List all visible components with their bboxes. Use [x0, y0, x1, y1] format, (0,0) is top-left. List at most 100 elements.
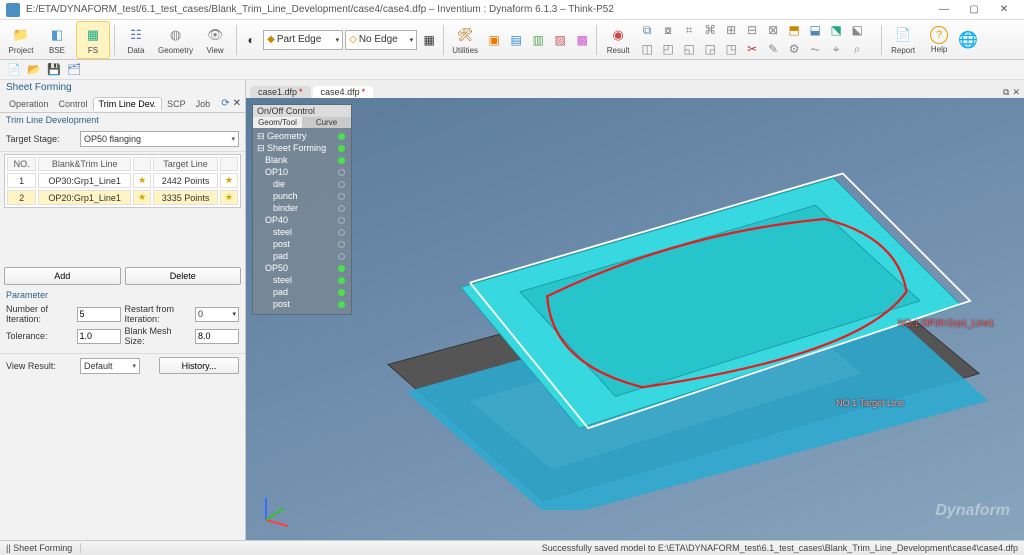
restart-dropdown[interactable]: 0▾: [195, 307, 239, 322]
maximize-button[interactable]: ▢: [960, 1, 988, 19]
tool-icon[interactable]: ◰: [659, 40, 677, 58]
tool-icon[interactable]: ⏦: [806, 40, 824, 58]
tool-icon[interactable]: ⧇: [659, 21, 677, 39]
restart-label: Restart from Iteration:: [125, 304, 192, 324]
doc-tab-case4[interactable]: case4.dfp*: [313, 86, 374, 98]
ribbon-utilities[interactable]: 🛠Utilities: [448, 21, 482, 59]
tool-icon[interactable]: ◱: [680, 40, 698, 58]
toggle-icon[interactable]: ▦: [420, 31, 438, 49]
ribbon-fs[interactable]: ▦FS: [76, 21, 110, 59]
operation-tabs: Operation Control Trim Line Dev. SCP Job…: [0, 95, 245, 113]
util-2-icon[interactable]: ▤: [507, 31, 525, 49]
col-blank: Blank&Trim Line: [38, 157, 131, 171]
tool-icon[interactable]: ✎: [764, 40, 782, 58]
tool-icon[interactable]: ⧉: [638, 21, 656, 39]
ribbon-report[interactable]: 📄Report: [886, 21, 920, 59]
doc-tab-case1[interactable]: case1.dfp*: [250, 86, 311, 98]
app-icon: [6, 3, 20, 17]
col-target: Target Line: [153, 157, 218, 171]
tree-tab-curve[interactable]: Curve: [302, 117, 351, 128]
no-edge-combo[interactable]: ◇No Edge▾: [345, 30, 417, 50]
util-5-icon[interactable]: ▩: [573, 31, 591, 49]
tool-icon[interactable]: ✂: [743, 40, 761, 58]
part-edge-combo[interactable]: ◆Part Edge▾: [263, 30, 343, 50]
canvas-3d[interactable]: On/Off Control Geom/Tool Curve ⊟ Geometr…: [246, 98, 1024, 540]
mesh-input[interactable]: [195, 329, 239, 344]
close-doc-icon[interactable]: ✕: [1012, 87, 1020, 98]
star-icon[interactable]: ★: [225, 175, 233, 185]
tool-icon[interactable]: ⌘: [701, 21, 719, 39]
status-bar: || Sheet Forming Successfully saved mode…: [0, 540, 1024, 555]
delete-button[interactable]: Delete: [125, 267, 242, 285]
document-tabs: case1.dfp* case4.dfp* ⧉ ✕: [246, 80, 1024, 98]
undock-icon[interactable]: ⧉: [1003, 87, 1009, 98]
util-1-icon[interactable]: ▣: [485, 31, 503, 49]
add-button[interactable]: Add: [4, 267, 121, 285]
star-icon[interactable]: ★: [138, 175, 146, 185]
ribbon-toolbar: 📁Project ◧BSE ▦FS ☷Data ◍Geometry 👁View …: [0, 20, 1024, 60]
save-icon[interactable]: 💾: [46, 62, 62, 78]
left-panel: Sheet Forming Operation Control Trim Lin…: [0, 80, 246, 540]
ribbon-bse[interactable]: ◧BSE: [40, 21, 74, 59]
history-button[interactable]: History...: [159, 357, 239, 374]
tool-icon[interactable]: ◫: [638, 40, 656, 58]
refresh-icon[interactable]: ⟳: [221, 98, 229, 109]
close-panel-icon[interactable]: ✕: [233, 98, 241, 109]
ribbon-view[interactable]: 👁View: [198, 21, 232, 59]
tool-icon[interactable]: ⬒: [785, 21, 803, 39]
tab-scp[interactable]: SCP: [162, 98, 191, 110]
tree-tab-geom[interactable]: Geom/Tool: [253, 117, 302, 128]
tool-icon[interactable]: ◳: [722, 40, 740, 58]
tool-icon[interactable]: ⌗: [680, 21, 698, 39]
minimize-button[interactable]: ―: [930, 1, 958, 19]
parameter-label: Parameter: [0, 288, 245, 302]
iter-label: Number of Iteration:: [6, 304, 73, 324]
tab-job[interactable]: Job: [191, 98, 216, 110]
util-4-icon[interactable]: ▨: [551, 31, 569, 49]
tool-icon[interactable]: ⊠: [764, 21, 782, 39]
tool-icon[interactable]: ⌖: [827, 40, 845, 58]
titlebar: E:/ETA/DYNAFORM_test/6.1_test_cases/Blan…: [0, 0, 1024, 20]
tab-control[interactable]: Control: [54, 98, 93, 110]
tool-icon[interactable]: ⬔: [827, 21, 845, 39]
save-all-icon[interactable]: 🗂: [66, 62, 82, 78]
shade-icon[interactable]: ◐: [242, 31, 260, 49]
tool-icon[interactable]: ⬕: [848, 21, 866, 39]
table-row[interactable]: 2 OP20:Grp1_Line1 ★ 3335 Points ★: [7, 190, 238, 205]
tool-icon[interactable]: ⊞: [722, 21, 740, 39]
quick-access-bar: 📄 📂 💾 🗂: [0, 60, 1024, 80]
viewport: case1.dfp* case4.dfp* ⧉ ✕ On/Off Control…: [246, 80, 1024, 540]
view-result-label: View Result:: [6, 361, 76, 371]
target-stage-dropdown[interactable]: OP50 flanging▾: [80, 131, 239, 147]
target-stage-label: Target Stage:: [6, 134, 76, 144]
ribbon-result[interactable]: ◉Result: [601, 21, 635, 59]
star-icon[interactable]: ★: [225, 192, 233, 202]
view-result-dropdown[interactable]: Default▾: [80, 358, 140, 374]
tool-icon[interactable]: ⊟: [743, 21, 761, 39]
ribbon-project[interactable]: 📁Project: [4, 21, 38, 59]
table-row[interactable]: 1 OP30:Grp1_Line1 ★ 2442 Points ★: [7, 173, 238, 188]
tool-icon[interactable]: ⌕: [848, 40, 866, 58]
tab-trim-line-dev[interactable]: Trim Line Dev.: [93, 97, 163, 111]
tool-icon[interactable]: ◲: [701, 40, 719, 58]
window-title: E:/ETA/DYNAFORM_test/6.1_test_cases/Blan…: [26, 4, 930, 15]
tol-input[interactable]: [77, 329, 121, 344]
section-label: Trim Line Development: [0, 113, 245, 127]
close-button[interactable]: ✕: [990, 1, 1018, 19]
star-icon[interactable]: ★: [138, 192, 146, 202]
ribbon-geometry[interactable]: ◍Geometry: [155, 21, 196, 59]
iter-input[interactable]: [77, 307, 121, 322]
ribbon-help[interactable]: ?Help: [922, 21, 956, 59]
tool-icon[interactable]: ⬓: [806, 21, 824, 39]
tool-icon[interactable]: ⚙: [785, 40, 803, 58]
new-icon[interactable]: 📄: [6, 62, 22, 78]
annotation-trim-line: NO.1 OP30:Grp1_Line1: [898, 318, 994, 328]
axis-triad-icon: [256, 490, 296, 530]
col-no: NO.: [7, 157, 36, 171]
open-icon[interactable]: 📂: [26, 62, 42, 78]
tol-label: Tolerance:: [6, 331, 73, 341]
util-3-icon[interactable]: ▥: [529, 31, 547, 49]
globe-icon[interactable]: 🌐: [959, 31, 977, 49]
ribbon-data[interactable]: ☷Data: [119, 21, 153, 59]
tab-operation[interactable]: Operation: [4, 98, 54, 110]
